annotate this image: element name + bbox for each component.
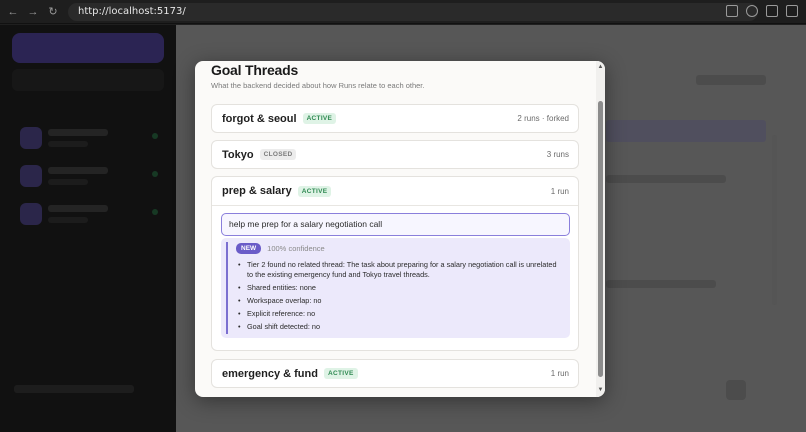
status-badge: ACTIVE (302, 113, 337, 124)
scroll-up-icon[interactable]: ▲ (597, 63, 604, 71)
back-arrow-icon[interactable]: ← (6, 5, 20, 19)
status-badge: ACTIVE (323, 368, 358, 379)
thread-header[interactable]: prep & salary ACTIVE 1 run (212, 177, 578, 206)
page-scrollbar (772, 135, 777, 305)
thread-card-expanded: prep & salary ACTIVE 1 run help me prep … (211, 176, 579, 351)
modal-subtitle: What the backend decided about how Runs … (211, 81, 425, 90)
extensions-icon[interactable] (786, 5, 798, 17)
thread-meta: 1 run (550, 186, 569, 196)
thread-card[interactable]: emergency & fund ACTIVE 1 run (211, 359, 579, 388)
decision-accent-bar (226, 242, 228, 334)
list-item: Shared entities: none (237, 283, 557, 293)
cast-icon[interactable] (766, 5, 778, 17)
thread-name: emergency & fund (222, 367, 318, 380)
thread-name: Tokyo (222, 148, 254, 161)
list-item: Workspace overlap: no (237, 296, 557, 306)
list-item: Explicit reference: no (237, 309, 557, 319)
status-badge: CLOSED (259, 149, 297, 160)
goal-threads-modal: Goal Threads What the backend decided ab… (195, 61, 605, 397)
list-item: Tier 2 found no related thread: The task… (237, 260, 557, 279)
thread-name: forgot & seoul (222, 112, 297, 125)
scrollbar-thumb[interactable] (598, 101, 603, 377)
thread-meta: 2 runs · forked (517, 114, 569, 123)
modal-title: Goal Threads (211, 62, 299, 78)
modal-scrollbar[interactable]: ▲ ▼ (596, 61, 605, 397)
thread-meta: 1 run (550, 369, 569, 378)
browser-toolbar: ← → ↻ http://localhost:5173/ (0, 0, 806, 24)
reader-mode-icon[interactable] (726, 5, 738, 17)
thread-name: prep & salary (222, 185, 292, 197)
confidence-label: 100% confidence (267, 244, 325, 253)
new-badge: NEW (236, 243, 262, 254)
list-item: Goal shift detected: no (237, 322, 557, 332)
thread-card[interactable]: Tokyo CLOSED 3 runs (211, 140, 579, 169)
info-icon[interactable] (746, 5, 758, 17)
reload-icon[interactable]: ↻ (46, 5, 60, 19)
decision-panel: NEW 100% confidence Tier 2 found no rela… (221, 238, 570, 338)
scroll-down-icon[interactable]: ▼ (597, 386, 604, 394)
address-bar[interactable]: http://localhost:5173/ (68, 2, 758, 21)
decision-details: Tier 2 found no related thread: The task… (237, 260, 557, 335)
thread-card[interactable]: forgot & seoul ACTIVE 2 runs · forked (211, 104, 579, 133)
status-badge: ACTIVE (297, 185, 332, 197)
thread-meta: 3 runs (546, 150, 569, 159)
forward-arrow-icon[interactable]: → (26, 5, 40, 19)
run-message[interactable]: help me prep for a salary negotiation ca… (221, 213, 570, 236)
